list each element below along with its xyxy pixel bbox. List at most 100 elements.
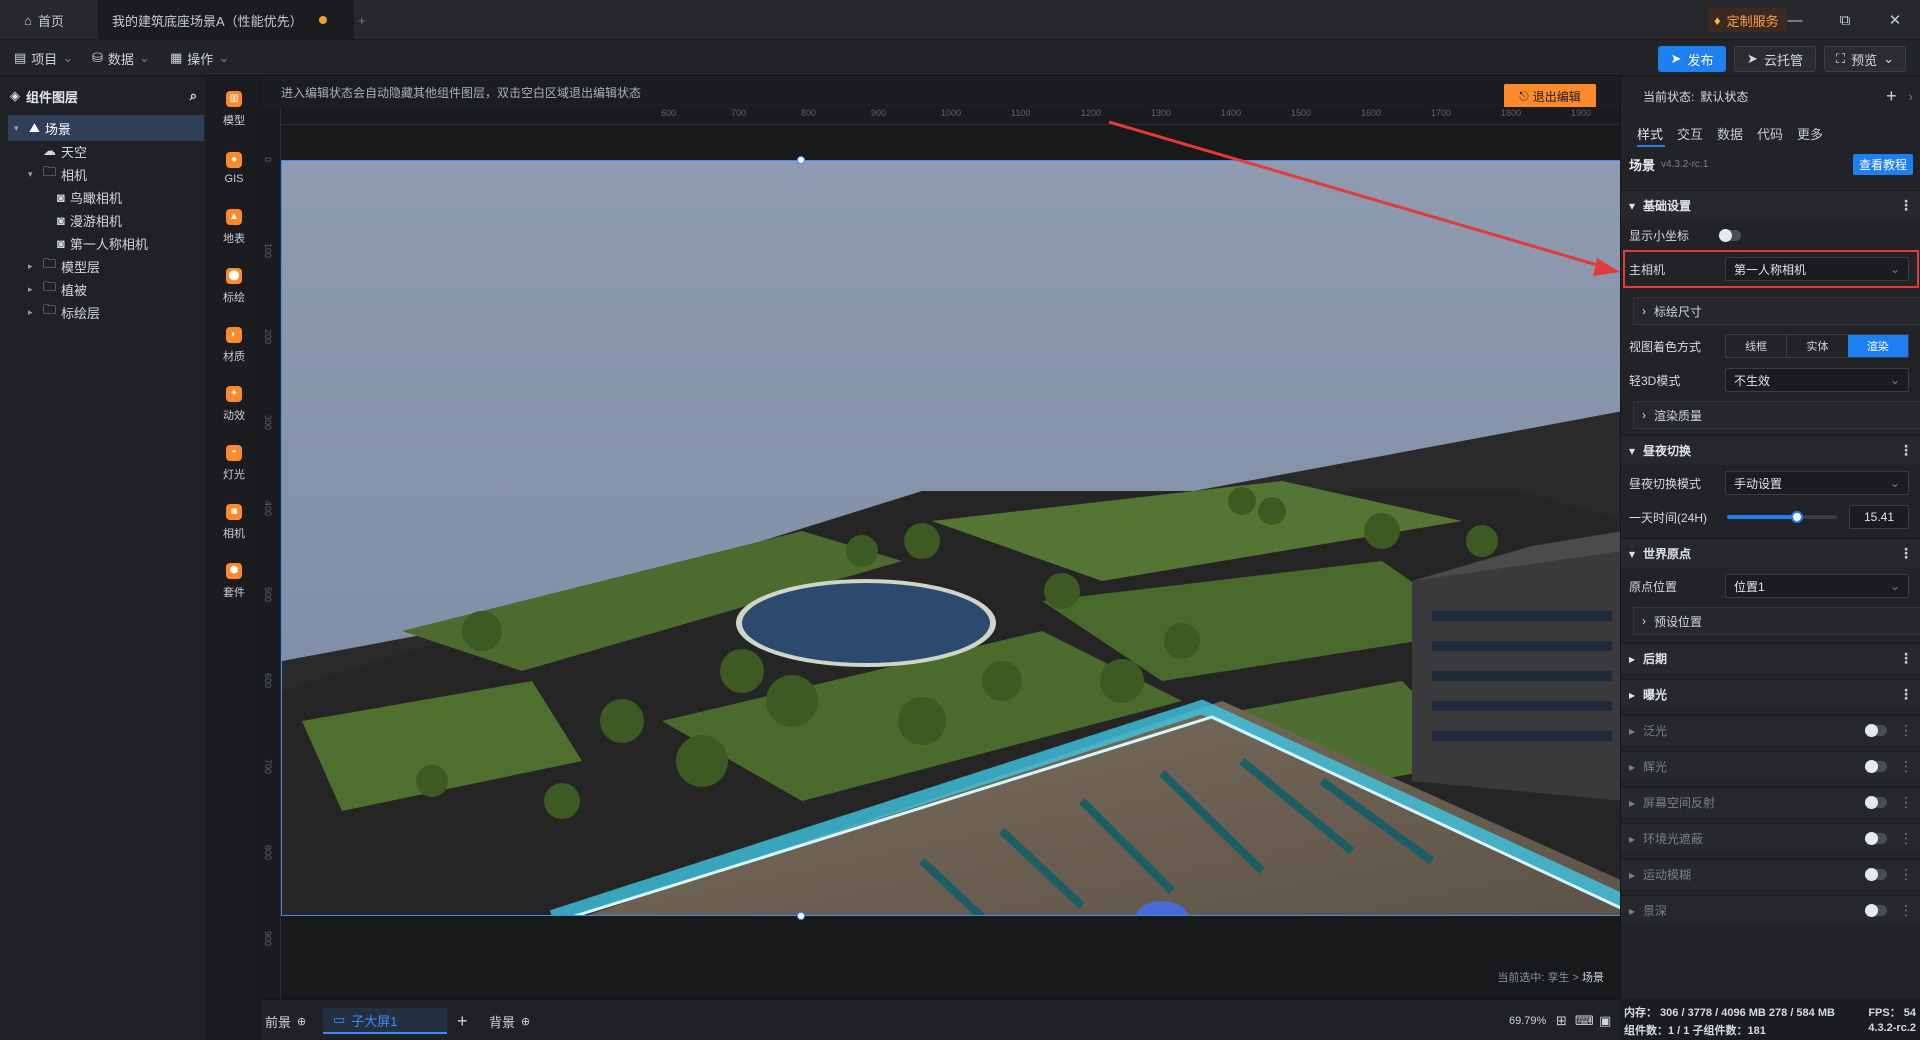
minimize-button[interactable]: — [1772,0,1818,40]
effect-row[interactable]: ▸ 屏幕空间反射 ⋮ [1621,787,1920,817]
selection-breadcrumb: 当前选中: 孪生 > 场景 [1497,972,1604,984]
shading-solid[interactable]: 实体 [1786,335,1847,357]
section-post[interactable]: ▸ 后期 ⋮ [1621,643,1920,673]
day-time-slider-knob[interactable] [1791,511,1804,523]
section-exposure[interactable]: ▸ 曝光 ⋮ [1621,679,1920,709]
day-time-slider[interactable] [1727,511,1837,523]
effect-toggle[interactable] [1865,796,1887,809]
effect-toggle[interactable] [1865,832,1887,845]
unsaved-dot-icon [318,16,327,24]
iconbar-terrain[interactable]: ▲ 地表 [208,197,260,257]
iconbar-kit[interactable]: ⬢ 套件 [208,551,260,611]
cloud-host-button[interactable]: ➤ 云托管 [1734,46,1816,72]
preview-button[interactable]: ⛶ 预览 ⌄ [1824,46,1906,72]
new-tab-button[interactable]: + [344,0,380,40]
add-screen-button[interactable]: + [457,1008,468,1034]
origin-pos-select[interactable]: 位置1 ⌄ [1725,574,1909,598]
caret-right-icon[interactable]: ▸ [28,307,38,318]
property-tab[interactable]: 更多 [1797,121,1823,145]
more-icon[interactable]: ⋮ [1899,197,1913,214]
property-tab[interactable]: 数据 [1717,121,1743,145]
menu-operate[interactable]: ▦ 操作 ⌄ [164,46,235,70]
caret-right-icon[interactable]: ▸ [28,261,38,272]
more-icon[interactable]: ⋮ [1899,902,1913,919]
more-icon[interactable]: ⋮ [1899,794,1913,811]
effect-toggle[interactable] [1865,904,1887,917]
camera-icon: ◙ [226,503,242,520]
property-tab[interactable]: 样式 [1637,121,1663,145]
iconbar-camera[interactable]: ◙ 相机 [208,492,260,552]
more-icon[interactable]: ⋮ [1899,545,1913,562]
iconbar-light[interactable]: ◓ 灯光 [208,433,260,493]
tutorial-button[interactable]: 查看教程 [1852,153,1913,175]
effect-row[interactable]: ▸ 环境光遮蔽 ⋮ [1621,823,1920,853]
publish-button[interactable]: ➤ 发布 [1658,46,1726,72]
state-row: 当前状态: 默认状态 + › [1621,77,1920,115]
effect-toggle[interactable] [1865,724,1887,737]
more-icon[interactable]: ⋮ [1899,830,1913,847]
sky-icon: ☁ [43,143,56,158]
menu-project[interactable]: ▤ 项目 ⌄ [8,46,79,70]
effect-row[interactable]: ▸ 泛光 ⋮ [1621,715,1920,745]
properties-panel: 当前状态: 默认状态 + › 样式 交互 数据 代码 更多 场景 v4.3.2-rc.1… [1620,77,1920,1040]
chevron-down-icon: ⌄ [1889,579,1900,593]
marker-size-group[interactable]: › 标绘尺寸 [1633,297,1920,325]
effect-row[interactable]: ▸ 景深 ⋮ [1621,895,1920,925]
add-state-icon[interactable]: + [1886,86,1897,107]
fit-screen-icon[interactable]: ⊞ [1556,1008,1567,1034]
zoom-level[interactable]: 69.79% [1509,1008,1546,1034]
close-button[interactable]: ✕ [1872,0,1918,40]
daynight-mode-select[interactable]: 手动设置 ⌄ [1725,471,1909,495]
preset-pos-group[interactable]: › 预设位置 [1633,607,1920,635]
effect-row[interactable]: ▸ 运动模糊 ⋮ [1621,859,1920,889]
keyboard-icon[interactable]: ⌨ [1575,1008,1594,1034]
light3d-select[interactable]: 不生效 ⌄ [1725,368,1909,392]
iconbar-material[interactable]: ◐ 材质 [208,315,260,375]
more-icon[interactable]: ⋮ [1899,442,1913,459]
chevron-right-icon[interactable]: › [1909,89,1913,104]
caret-down-icon[interactable]: ▾ [14,123,24,134]
more-icon[interactable]: ⋮ [1899,758,1913,775]
caret-down-icon[interactable]: ▾ [28,169,38,180]
iconbar-marker[interactable]: ⬤ 标绘 [208,256,260,316]
add-circle-icon[interactable]: ⊕ [297,1015,306,1028]
effect-label: 辉光 [1643,760,1668,774]
property-tab[interactable]: 交互 [1677,121,1703,145]
more-icon[interactable]: ⋮ [1899,722,1913,739]
iconbar-effect[interactable]: ✦ 动效 [208,374,260,434]
layer-item[interactable]: ▸ 🗀 标绘层 [8,299,204,325]
effect-row[interactable]: ▸ 辉光 ⋮ [1621,751,1920,781]
effect-toggle[interactable] [1865,760,1887,773]
property-tab[interactable]: 代码 [1757,121,1783,145]
main-camera-select[interactable]: 第一人称相机 ⌄ [1725,257,1909,281]
tab-document[interactable]: 我的建筑底座场景A（性能优先） [98,0,354,40]
editor-canvas[interactable]: 进入编辑状态会自动隐藏其他组件图层，双击空白区域退出编辑状态 ⎋ 退出编辑 600… [261,77,1622,999]
render-quality-group[interactable]: › 渲染质量 [1633,401,1920,429]
terminal-icon[interactable]: ▣ [1599,1008,1611,1034]
restore-button[interactable]: ⧉ [1822,0,1868,40]
add-circle-icon[interactable]: ⊕ [521,1015,530,1028]
show-axes-toggle[interactable] [1719,228,1742,242]
background-tab[interactable]: 背景 ⊕ [489,1008,530,1034]
day-time-input[interactable]: 15.41 [1849,505,1909,529]
shading-render[interactable]: 渲染 [1847,335,1908,357]
tab-home[interactable]: ⌂ 首页 [10,0,78,40]
state-value[interactable]: 默认状态 [1700,88,1748,105]
layer-item-label: 天空 [61,144,88,160]
section-world-origin[interactable]: ▾ 世界原点 ⋮ [1621,538,1920,568]
screen-tab[interactable]: ▭ 子大屏1 [323,1008,447,1034]
breadcrumb-parent[interactable]: 孪生 [1547,972,1569,984]
more-icon[interactable]: ⋮ [1899,650,1913,667]
effect-toggle[interactable] [1865,868,1887,881]
search-icon[interactable]: ⌕ [190,88,197,104]
iconbar-model[interactable]: ▥ 模型 [208,79,260,139]
shading-wireframe[interactable]: 线框 [1726,335,1786,357]
iconbar-gis[interactable]: ● GIS [208,138,260,198]
section-basic[interactable]: ▾ 基础设置 ⋮ [1621,190,1920,220]
caret-right-icon[interactable]: ▸ [28,284,38,295]
section-daynight[interactable]: ▾ 昼夜切换 ⋮ [1621,435,1920,465]
menu-data[interactable]: ⛁ 数据 ⌄ [86,46,156,70]
more-icon[interactable]: ⋮ [1899,866,1913,883]
more-icon[interactable]: ⋮ [1899,686,1913,703]
foreground-tab[interactable]: 前景 ⊕ [265,1008,306,1034]
